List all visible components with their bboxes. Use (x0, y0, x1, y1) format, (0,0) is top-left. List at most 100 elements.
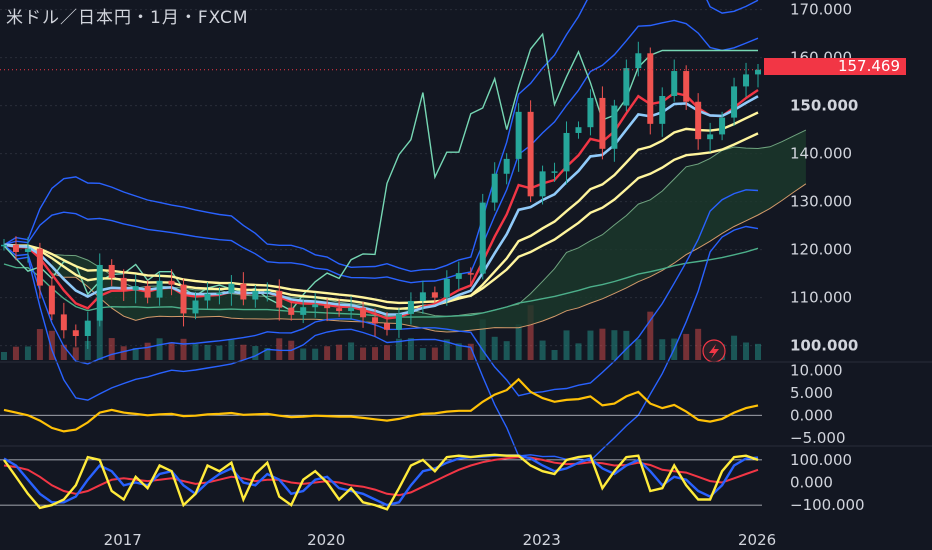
volume-bar (431, 347, 438, 360)
y-tick-label: 120.000 (790, 241, 852, 259)
y-tick-label: 130.000 (790, 193, 852, 211)
candle-body (12, 244, 19, 252)
volume-bar (204, 344, 211, 360)
volume-bar (120, 346, 127, 360)
candle-body (575, 127, 582, 133)
candle-body (395, 313, 402, 330)
osc-d-line (3, 454, 759, 507)
volume-bar (372, 347, 379, 360)
candle-body (180, 284, 187, 314)
volume-bar (635, 339, 642, 360)
volume-bar (348, 342, 355, 360)
volume-bar (755, 343, 761, 360)
volume-bar (336, 344, 343, 360)
volume-bar (228, 339, 235, 360)
volume-bar (252, 346, 259, 360)
candle-body (336, 308, 343, 312)
volume-bar (276, 338, 283, 360)
volume-bar (623, 330, 630, 360)
volume-bar (324, 346, 331, 360)
candle-body (623, 68, 630, 106)
volume-bar (24, 346, 31, 360)
candle-body (599, 97, 606, 149)
candle-body (144, 286, 151, 298)
macd-line (3, 377, 759, 433)
volume-bar (1, 352, 7, 360)
candle-body (671, 71, 678, 96)
x-tick-label: 2023 (523, 531, 561, 549)
candle-body (1, 244, 7, 247)
candle-body (539, 171, 546, 197)
macd-tick-label: −5.000 (790, 429, 846, 447)
candle-body (60, 314, 67, 331)
volume-bar (563, 330, 570, 360)
candle-body (192, 300, 199, 314)
candle-body (36, 248, 43, 286)
candle-body (300, 307, 307, 315)
macd-tick-label: 0.000 (790, 406, 833, 424)
candle-body (168, 280, 175, 285)
x-tick-label: 2020 (307, 531, 345, 549)
candle-body (707, 134, 714, 140)
volume-bar (731, 335, 738, 360)
volume-bar (240, 344, 247, 360)
candle-body (503, 158, 510, 174)
candle-body (635, 53, 642, 69)
volume-bar (144, 342, 151, 360)
volume-bar (659, 339, 666, 360)
candle-body (264, 290, 271, 293)
volume-bar (587, 330, 594, 360)
chart-canvas[interactable]: 170.000160.000150.000140.000130.000120.0… (0, 0, 932, 550)
osc-tick-label: 100.000 (790, 451, 852, 469)
candle-body (288, 307, 295, 315)
volume-bar (419, 348, 426, 360)
y-tick-label: 150.000 (790, 97, 858, 115)
candle-body (491, 173, 498, 203)
candle-body (551, 171, 558, 173)
macd-tick-label: 10.000 (790, 361, 843, 379)
volume-bar (683, 333, 690, 360)
volume-bar (539, 340, 546, 360)
candle-body (84, 320, 91, 336)
candle-body (312, 304, 319, 308)
candle-body (324, 304, 331, 309)
volume-bar (695, 328, 702, 360)
volume-bar (647, 311, 654, 360)
volume-bar (551, 350, 558, 360)
last-price-label: 157.469 (764, 58, 906, 75)
y-tick-label: 140.000 (790, 145, 852, 163)
flash-icon (702, 339, 726, 363)
candle-body (360, 307, 367, 318)
volume-bar (407, 338, 414, 360)
candle-body (348, 307, 355, 312)
volume-bar (168, 342, 175, 360)
volume-bar (611, 330, 618, 360)
volume-bar (312, 348, 319, 360)
volume-bar (491, 336, 498, 360)
y-tick-label: 100.000 (790, 337, 858, 355)
candle-body (479, 202, 486, 274)
candle-body (467, 273, 474, 275)
volume-bar (192, 344, 199, 360)
volume-bar (360, 347, 367, 360)
candle-body (431, 292, 438, 298)
candle-body (731, 86, 738, 118)
y-tick-label: 170.000 (790, 1, 852, 19)
candle-body (228, 283, 235, 293)
candle-body (743, 74, 750, 87)
chart-title: 米ドル／日本円・1月・FXCM (6, 8, 249, 28)
candle-body (695, 101, 702, 140)
osc-tick-label: −100.000 (790, 496, 865, 514)
volume-bar (743, 342, 750, 360)
volume-bar (575, 343, 582, 360)
osc-tick-label: 0.000 (790, 474, 833, 492)
candle-body (515, 111, 522, 159)
x-tick-label: 2017 (104, 531, 142, 549)
candle-body (611, 105, 618, 149)
y-tick-label: 110.000 (790, 289, 852, 307)
candle-body (276, 290, 283, 308)
candle-body (527, 111, 534, 197)
candle-body (240, 283, 247, 300)
candle-body (443, 278, 450, 298)
candle-body (252, 290, 259, 300)
